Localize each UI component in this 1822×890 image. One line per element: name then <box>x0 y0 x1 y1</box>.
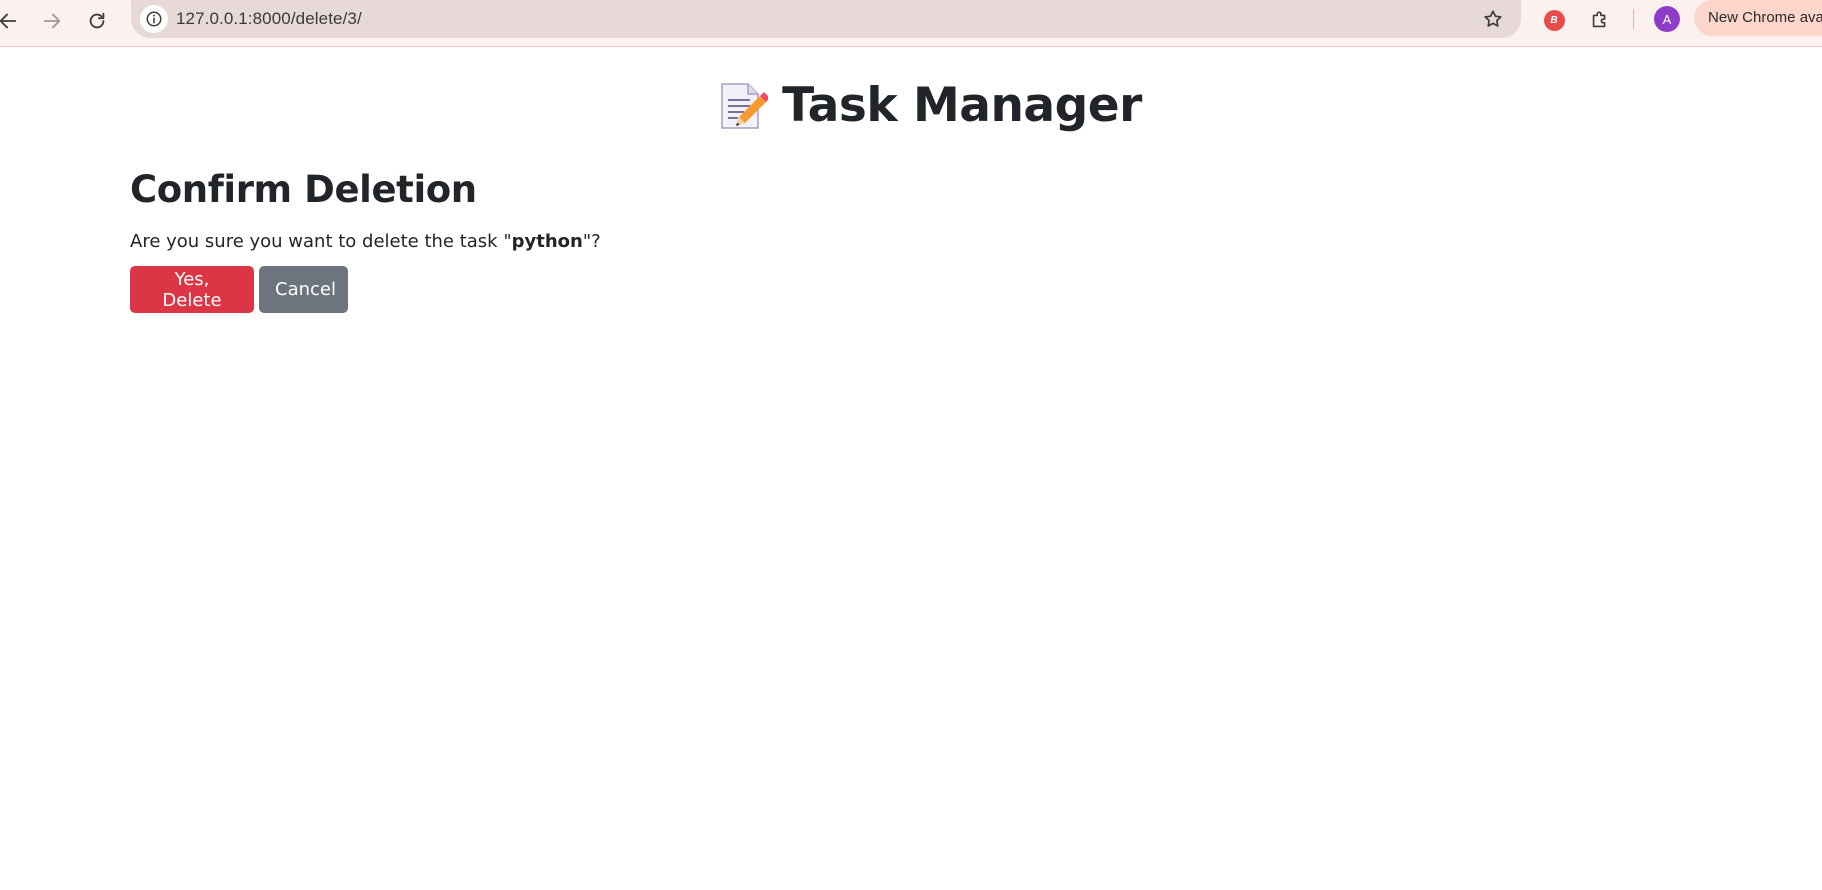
confirm-message: Are you sure you want to delete the task… <box>130 231 601 252</box>
extension-button[interactable]: B <box>1540 6 1568 34</box>
app-title: Task Manager <box>782 78 1142 133</box>
puzzle-icon <box>1592 11 1606 28</box>
url-text[interactable]: 127.0.0.1:8000/delete/3/ <box>176 9 362 29</box>
browser-toolbar: 127.0.0.1:8000/delete/3/ B A New Chrome … <box>0 0 1822 47</box>
task-name: python <box>511 231 583 252</box>
action-buttons: Yes, Delete Cancel <box>130 266 601 313</box>
profile-avatar[interactable]: A <box>1654 6 1680 32</box>
chrome-update-chip[interactable]: New Chrome ava <box>1694 0 1822 36</box>
arrow-left-icon <box>0 13 17 29</box>
site-info-button[interactable] <box>140 5 168 33</box>
extension-icon: B <box>1543 9 1565 31</box>
reload-icon <box>89 12 105 29</box>
address-bar[interactable]: 127.0.0.1:8000/delete/3/ <box>131 0 1521 38</box>
arrow-right-icon <box>43 13 61 29</box>
confirm-suffix: "? <box>582 231 601 252</box>
cancel-button[interactable]: Cancel <box>259 266 348 313</box>
delete-confirmation: Confirm Deletion Are you sure you want t… <box>130 168 601 313</box>
reload-button[interactable] <box>82 6 112 36</box>
page-heading: Confirm Deletion <box>130 168 477 211</box>
app-header: Task Manager <box>0 78 1822 133</box>
extensions-menu-button[interactable] <box>1586 6 1614 34</box>
star-icon <box>1484 10 1502 27</box>
confirm-prefix: Are you sure you want to delete the task… <box>130 231 512 252</box>
info-icon <box>146 11 162 27</box>
back-button[interactable] <box>0 6 23 36</box>
toolbar-divider <box>1633 9 1634 29</box>
confirm-delete-button[interactable]: Yes, Delete <box>130 266 254 313</box>
bookmark-button[interactable] <box>1481 7 1505 31</box>
forward-button[interactable] <box>37 6 67 36</box>
memo-icon <box>721 82 769 129</box>
